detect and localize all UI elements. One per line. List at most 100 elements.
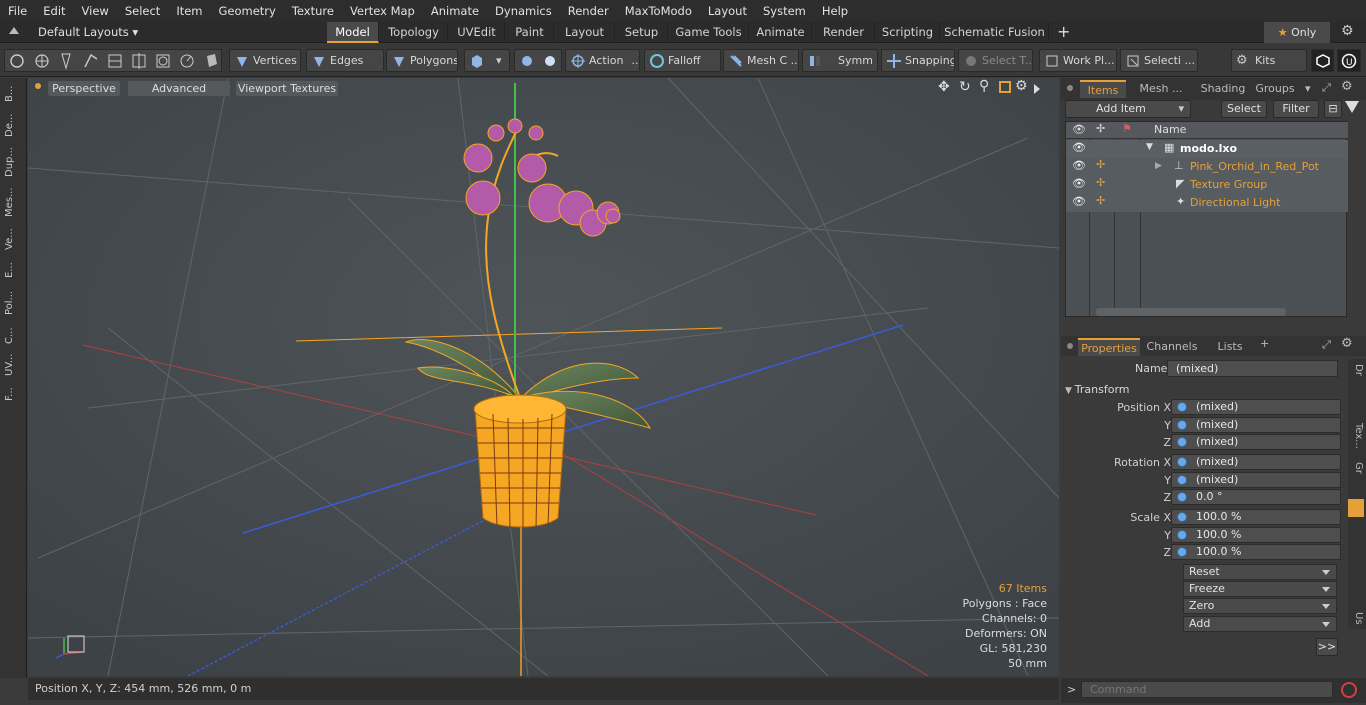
- freeze-dropdown[interactable]: Freeze: [1183, 581, 1337, 597]
- tab-channels[interactable]: Channels: [1145, 338, 1199, 356]
- vertices-button[interactable]: Vertices: [229, 49, 301, 72]
- record-icon[interactable]: [1341, 682, 1357, 698]
- eye-icon[interactable]: 👁: [1072, 159, 1086, 172]
- chevron-down-icon[interactable]: ▾: [1305, 82, 1311, 95]
- tab-paint[interactable]: Paint: [506, 22, 554, 43]
- menu-texture[interactable]: Texture: [284, 4, 342, 18]
- tab-scripting[interactable]: Scripting: [876, 22, 940, 43]
- gear-icon[interactable]: ⚙: [1341, 23, 1354, 39]
- rotation-z-field[interactable]: 0.0 °: [1171, 489, 1341, 505]
- side-tab-dr[interactable]: Dr: [1350, 361, 1364, 379]
- tab-setup[interactable]: Setup: [616, 22, 668, 43]
- tree-row-light[interactable]: 👁 ✢ ✦ Directional Light: [1066, 194, 1348, 212]
- tab-schematic-fusion[interactable]: Schematic Fusion: [941, 22, 1049, 43]
- side-tab-us[interactable]: Us: [1350, 609, 1364, 627]
- keyframe-dot-icon[interactable]: [1177, 547, 1187, 557]
- eye-icon[interactable]: 👁: [1072, 141, 1086, 154]
- menu-geometry[interactable]: Geometry: [211, 4, 284, 18]
- advanced-button[interactable]: Advanced: [128, 81, 230, 96]
- keyframe-dot-icon[interactable]: [1177, 402, 1187, 412]
- work-plane-button[interactable]: Work Pl...: [1039, 49, 1117, 72]
- menu-view[interactable]: View: [74, 4, 117, 18]
- polygons-button[interactable]: Polygons: [386, 49, 458, 72]
- side-tab-tex[interactable]: Tex...: [1350, 419, 1364, 453]
- fit-icon[interactable]: [999, 81, 1011, 93]
- rotate-icon[interactable]: ↻: [959, 79, 971, 95]
- menu-animate[interactable]: Animate: [423, 4, 487, 18]
- rotation-y-field[interactable]: (mixed): [1171, 472, 1341, 488]
- left-tab-polygon[interactable]: Pol...: [4, 286, 22, 320]
- scale-x-field[interactable]: 100.0 %: [1171, 509, 1341, 525]
- transform-section-header[interactable]: ▼ Transform: [1065, 382, 1345, 398]
- unreal-button[interactable]: U: [1337, 49, 1361, 72]
- only-toggle[interactable]: ★ Only: [1264, 22, 1330, 43]
- tab-lists[interactable]: Lists: [1206, 338, 1254, 356]
- filter-funnel-icon[interactable]: [1345, 101, 1359, 113]
- edges-button[interactable]: Edges: [306, 49, 384, 72]
- side-tab-gr[interactable]: Gr: [1350, 459, 1364, 477]
- expand-arrow-icon[interactable]: ▶: [1155, 161, 1162, 171]
- left-tab-vertex[interactable]: Ve...: [4, 224, 22, 254]
- left-tab-uv[interactable]: UV...: [4, 352, 22, 378]
- snap-toggle-button[interactable]: [514, 49, 562, 72]
- tab-mesh[interactable]: Mesh ...: [1131, 80, 1191, 98]
- horizontal-scrollbar[interactable]: [1096, 308, 1286, 316]
- menu-help[interactable]: Help: [814, 4, 856, 18]
- left-tab-deform[interactable]: De...: [4, 110, 22, 140]
- menu-file[interactable]: File: [0, 4, 35, 18]
- panel-menu-dot[interactable]: [1067, 85, 1073, 91]
- mesh-constraint-button[interactable]: Mesh C ...: [723, 49, 799, 72]
- tab-layout[interactable]: Layout: [555, 22, 615, 43]
- move-icon[interactable]: ✥: [938, 79, 950, 95]
- tab-uvedit[interactable]: UVEdit: [449, 22, 505, 43]
- add-tab-icon[interactable]: +: [1260, 337, 1269, 350]
- left-tab-mesh-edit[interactable]: Mes...: [4, 184, 22, 220]
- eye-icon[interactable]: 👁: [1072, 177, 1086, 190]
- left-tab-duplicate[interactable]: Dup...: [4, 144, 22, 180]
- viewport-textures-button[interactable]: Viewport Textures: [236, 81, 338, 96]
- tree-row-scene[interactable]: 👁 ▼ ▦ modo.lxo: [1066, 140, 1348, 158]
- left-tab-edge[interactable]: E...: [4, 258, 22, 282]
- side-tab-active[interactable]: [1348, 499, 1364, 517]
- gear-icon[interactable]: ⚙: [1015, 78, 1028, 94]
- item-mode-button[interactable]: ▾: [464, 49, 510, 72]
- zoom-icon[interactable]: ⚲: [979, 78, 989, 94]
- action-center-button[interactable]: Action...: [565, 49, 640, 72]
- tree-row-mesh[interactable]: 👁 ✢ ▶ ⊥ Pink_Orchid_in_Red_Pot: [1066, 158, 1348, 176]
- selection-sets-button[interactable]: Selecti ...: [1120, 49, 1198, 72]
- left-tab-curve[interactable]: C...: [4, 324, 22, 348]
- selection-tool-icons[interactable]: [5, 50, 221, 71]
- menu-render[interactable]: Render: [560, 4, 617, 18]
- tab-topology[interactable]: Topology: [380, 22, 448, 43]
- menu-system[interactable]: System: [755, 4, 814, 18]
- keyframe-dot-icon[interactable]: [1177, 437, 1187, 447]
- perspective-button[interactable]: Perspective: [48, 81, 120, 96]
- tab-shading[interactable]: Shading: [1193, 80, 1253, 98]
- left-tab-fusion[interactable]: F...: [4, 382, 22, 406]
- zero-dropdown[interactable]: Zero: [1183, 598, 1337, 614]
- menu-maxtomodo[interactable]: MaxToModo: [617, 4, 700, 18]
- add-tab-icon[interactable]: +: [1057, 22, 1070, 41]
- tree-row-texture-group[interactable]: 👁 ✢ ◤ Texture Group: [1066, 176, 1348, 194]
- keyframe-dot-icon[interactable]: [1177, 512, 1187, 522]
- menu-select[interactable]: Select: [117, 4, 168, 18]
- add-dropdown[interactable]: Add: [1183, 616, 1337, 632]
- menu-vertex-map[interactable]: Vertex Map: [342, 4, 423, 18]
- panel-menu-dot[interactable]: [1067, 343, 1073, 349]
- menu-edit[interactable]: Edit: [35, 4, 73, 18]
- scale-z-field[interactable]: 100.0 %: [1171, 544, 1341, 560]
- viewport-scene[interactable]: [28, 78, 1059, 676]
- select-button[interactable]: Select: [1221, 100, 1267, 118]
- gear-icon[interactable]: ⚙: [1341, 336, 1353, 351]
- red-pot[interactable]: [473, 394, 567, 530]
- keyframe-dot-icon[interactable]: [1177, 492, 1187, 502]
- position-y-field[interactable]: (mixed): [1171, 417, 1341, 433]
- more-button[interactable]: >>: [1316, 638, 1338, 656]
- menu-item[interactable]: Item: [168, 4, 210, 18]
- keyframe-dot-icon[interactable]: [1177, 457, 1187, 467]
- viewport-menu-dot[interactable]: [35, 83, 41, 89]
- kits-button[interactable]: ⚙ Kits: [1231, 49, 1307, 72]
- chevron-right-icon[interactable]: [1034, 84, 1040, 94]
- tab-model[interactable]: Model: [327, 22, 379, 43]
- collapse-button[interactable]: ⊟: [1324, 100, 1342, 118]
